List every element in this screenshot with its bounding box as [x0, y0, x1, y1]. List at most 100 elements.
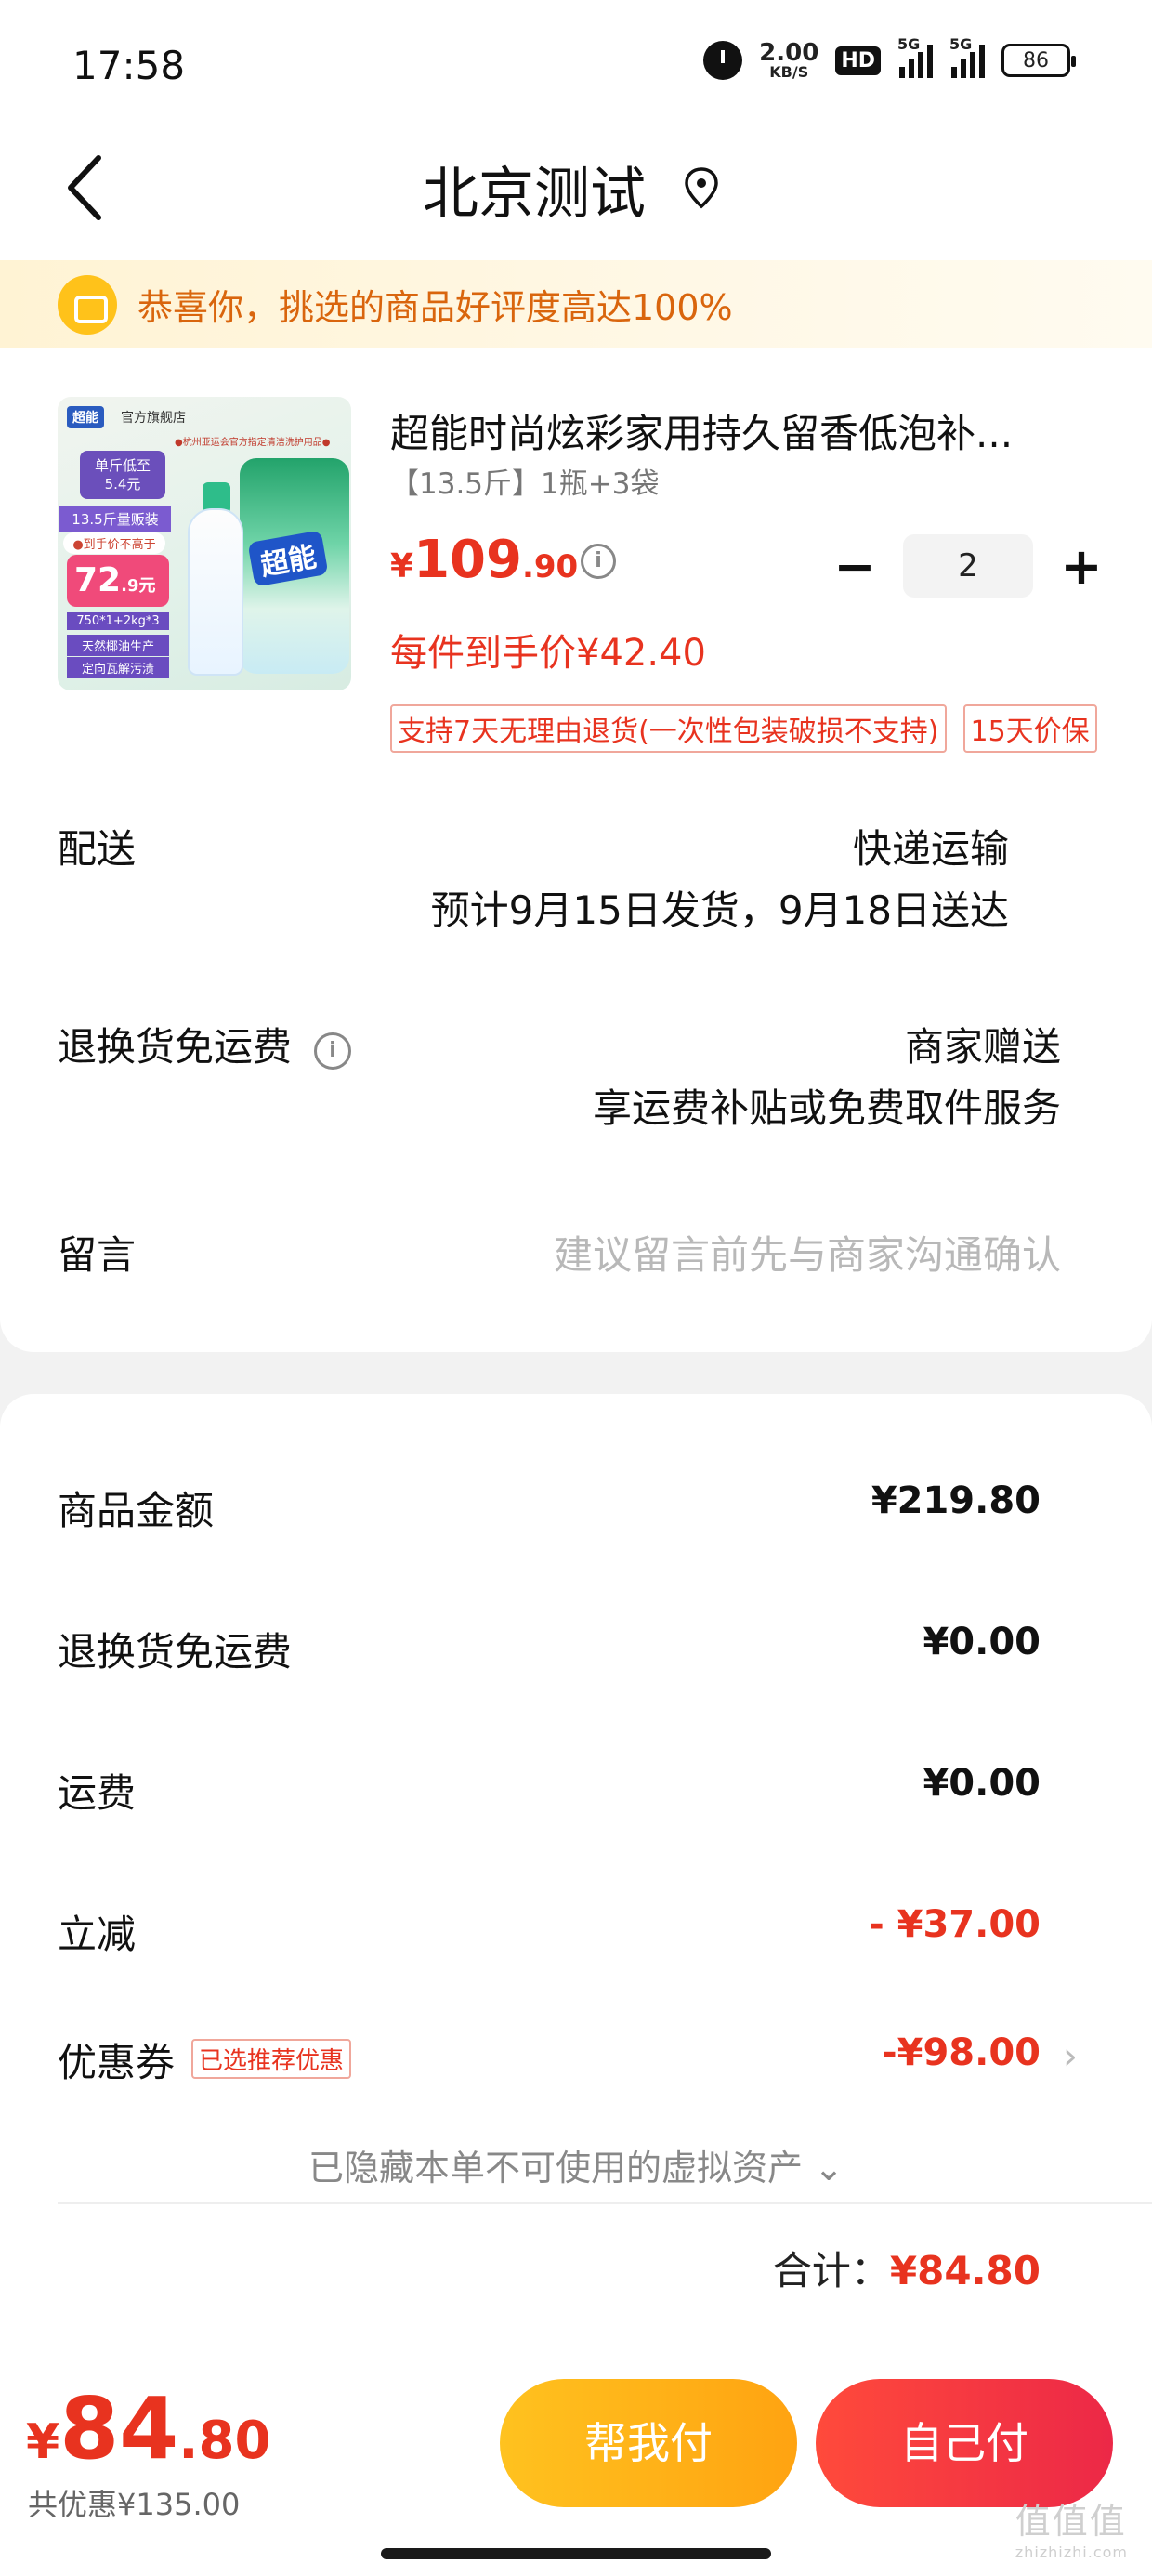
checkout-bar: ¥84.80 共优惠¥135.00 帮我付 自己付: [0, 2360, 1152, 2576]
shipping-row: 运费 ¥0.00: [58, 1762, 1041, 1818]
service-tags: 支持7天无理由退货(一次性包装破损不支持) 15天价保: [390, 704, 1097, 753]
net-speed: 2.00 KB/S: [759, 41, 818, 80]
chevron-left-icon: [68, 155, 101, 220]
chevron-down-icon: ⌄: [814, 2148, 844, 2188]
product-image[interactable]: 超能 官方旗舰店 ●杭州亚运会官方指定清洁洗护用品● 单斤低至 5.4元 13.…: [58, 397, 351, 690]
return-shipping-desc: 享运费补贴或免费取件服务: [592, 1085, 1061, 1131]
delivery-row[interactable]: 配送 快递运输 预计9月15日发货，9月18日送达: [58, 818, 1061, 933]
price-integer: 109: [413, 530, 522, 590]
product-spec[interactable]: 【13.5斤】1瓶+3袋: [390, 460, 659, 502]
checkout-price-decimal: .80: [178, 2411, 271, 2471]
goods-amount-row: 商品金额 ¥219.80: [58, 1479, 1041, 1535]
self-pay-button[interactable]: 自己付: [816, 2379, 1113, 2507]
coupon-tag: 已选推荐优惠: [191, 2039, 352, 2079]
image-mid-text: 13.5斤量贩装: [59, 506, 171, 532]
divider: [58, 2202, 1152, 2204]
order-card: 超能 官方旗舰店 ●杭州亚运会官方指定清洁洗护用品● 单斤低至 5.4元 13.…: [0, 348, 1152, 1352]
watermark-logo: 值值值 zhizhizhi.com: [1015, 2492, 1128, 2561]
battery-icon: 86: [1001, 44, 1076, 77]
image-price-small: .9元: [121, 576, 156, 596]
alarm-icon: [703, 41, 743, 80]
return-fee-row: 退换货免运费 ¥0.00: [58, 1621, 1041, 1676]
return-fee-amount: ¥0.00: [923, 1621, 1041, 1663]
home-indicator[interactable]: [381, 2548, 771, 2559]
discount-amount: - ¥37.00: [869, 1903, 1041, 1946]
signal-label: 5G: [897, 35, 921, 53]
status-time: 17:58: [72, 43, 186, 88]
image-tag-1: 750*1+2kg*3: [67, 612, 169, 630]
return-fee-label: 退换货免运费: [58, 1629, 293, 1675]
return-shipping-label: 退换货免运费: [58, 1024, 293, 1070]
chevron-right-icon[interactable]: ›: [1063, 2035, 1078, 2078]
service-tag-price-protect: 15天价保: [962, 704, 1097, 753]
checkout-price: ¥84.80: [26, 2379, 270, 2478]
image-badge: 单斤低至 5.4元: [80, 451, 165, 499]
image-price: 72.9元: [67, 555, 169, 607]
hidden-assets-toggle[interactable]: 已隐藏本单不可使用的虚拟资产 ⌄: [0, 2139, 1152, 2190]
image-store: 官方旗舰店: [121, 411, 186, 426]
quantity-stepper: − 2 +: [827, 534, 1109, 598]
coupon-amount: -¥98.00: [882, 2031, 1041, 2074]
signal-icon-2: 5G: [949, 35, 985, 78]
message-input[interactable]: 建议留言前先与商家沟通确认: [554, 1224, 1061, 1281]
coupon-label: 优惠券: [58, 2040, 176, 2085]
summary-card: 商品金额 ¥219.80 退换货免运费 ¥0.00 运费 ¥0.00 立减 - …: [0, 1394, 1152, 2360]
return-shipping-value: 商家赠送: [904, 1024, 1061, 1070]
rating-banner: 恭喜你，挑选的商品好评度高达100%: [0, 260, 1152, 348]
coupon-row[interactable]: 优惠券 已选推荐优惠 -¥98.00 ›: [58, 2031, 1078, 2087]
watermark-main: 值值值: [1015, 2501, 1127, 2542]
shipping-label: 运费: [58, 1770, 137, 1816]
image-top-text: ●杭州亚运会官方指定清洁洗护用品●: [175, 438, 331, 448]
signal-icon: 5G: [897, 35, 933, 78]
page-title: 北京测试: [423, 162, 646, 227]
message-row[interactable]: 留言 建议留言前先与商家沟通确认: [58, 1224, 1061, 1280]
goods-amount-label: 商品金额: [58, 1488, 215, 1533]
unit-price: 每件到手价¥42.40: [390, 632, 706, 675]
status-bar: 17:58 2.00 KB/S HD 5G 5G 86: [0, 0, 1152, 130]
back-button[interactable]: [61, 151, 126, 225]
signal-label-2: 5G: [949, 35, 973, 53]
image-tag-2: 天然椰油生产: [67, 635, 169, 656]
return-info-icon[interactable]: i: [314, 1032, 352, 1070]
quantity-minus-button[interactable]: −: [827, 537, 883, 596]
total-row: 合计：¥84.80: [773, 2240, 1041, 2296]
delivery-label: 配送: [58, 826, 137, 872]
image-price-big: 72: [74, 561, 122, 599]
total-amount: ¥84.80: [889, 2248, 1041, 2293]
page-header: 北京测试: [0, 130, 1152, 265]
image-mid2-text: ●到手价不高于: [63, 532, 165, 554]
image-bottle: [188, 508, 243, 676]
product-price: ¥109.90: [390, 530, 578, 590]
image-brand: 超能: [67, 406, 104, 428]
hidden-assets-text: 已隐藏本单不可使用的虚拟资产: [308, 2148, 804, 2188]
checkout-price-currency: ¥: [26, 2414, 60, 2470]
checkout-price-integer: 84: [59, 2379, 179, 2478]
goods-amount: ¥219.80: [871, 1479, 1041, 1522]
product-name[interactable]: 超能时尚炫彩家用持久留香低泡补...: [390, 402, 1073, 459]
hd-icon: HD: [835, 46, 881, 75]
return-shipping-row: 退换货免运费 i 商家赠送 享运费补贴或免费取件服务: [58, 1016, 1061, 1131]
shipping-amount: ¥0.00: [923, 1762, 1041, 1805]
discount-row: 立减 - ¥37.00: [58, 1903, 1041, 1959]
net-speed-value: 2.00: [759, 39, 819, 67]
location-pin-icon[interactable]: [682, 165, 721, 212]
net-speed-unit: KB/S: [769, 63, 809, 81]
image-badge-line1: 单斤低至: [94, 457, 151, 474]
image-tag-3: 定向瓦解污渍: [67, 657, 169, 678]
price-decimal: .90: [521, 548, 579, 585]
total-label: 合计：: [772, 2248, 890, 2293]
message-label: 留言: [58, 1232, 137, 1278]
discount-label: 立减: [58, 1912, 137, 1957]
status-icons: 2.00 KB/S HD 5G 5G 86: [703, 35, 1076, 80]
delivery-eta: 预计9月15日发货，9月18日送达: [430, 887, 1009, 933]
watermark-sub: zhizhizhi.com: [1015, 2543, 1128, 2561]
help-pay-button[interactable]: 帮我付: [500, 2379, 797, 2507]
service-tag-return: 支持7天无理由退货(一次性包装破损不支持): [390, 704, 947, 753]
price-currency: ¥: [390, 547, 414, 585]
quantity-plus-button[interactable]: +: [1054, 537, 1109, 596]
banner-text: 恭喜你，挑选的商品好评度高达100%: [137, 287, 733, 328]
delivery-method: 快递运输: [852, 826, 1009, 872]
quantity-value[interactable]: 2: [903, 534, 1033, 598]
thumbs-up-icon: [58, 275, 117, 335]
price-info-icon[interactable]: i: [581, 544, 616, 579]
